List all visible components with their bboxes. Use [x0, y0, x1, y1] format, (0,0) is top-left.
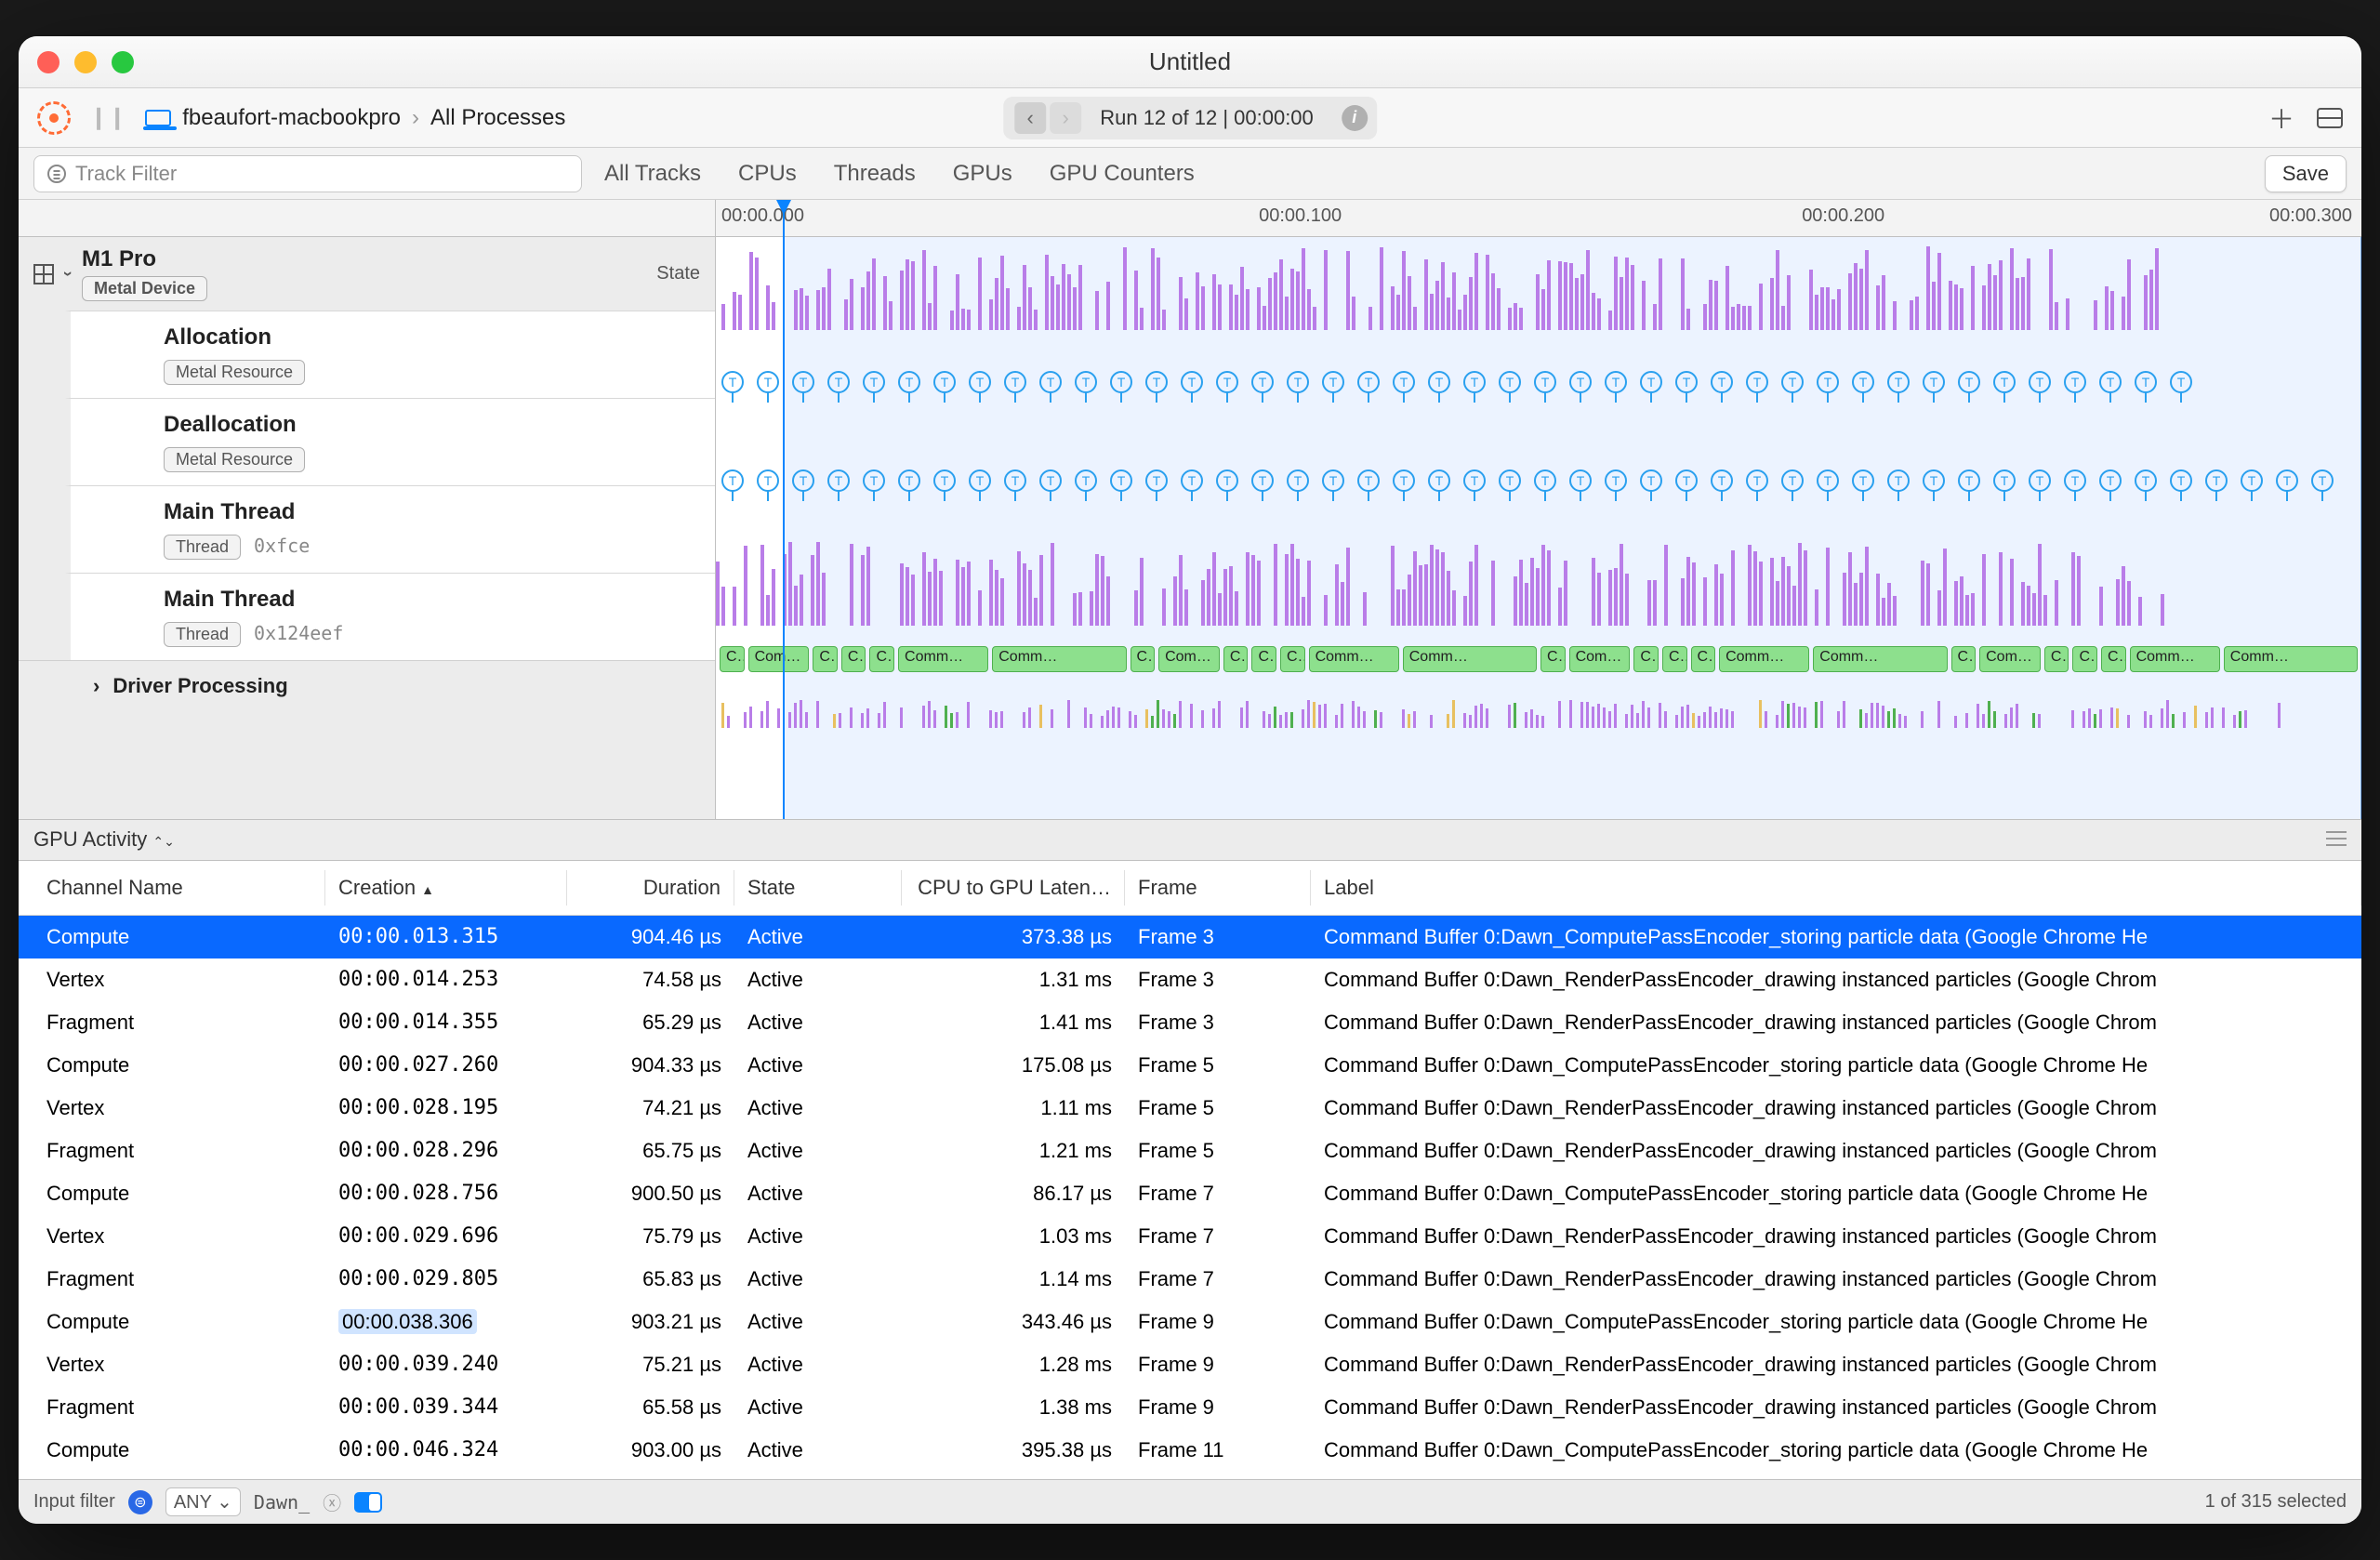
window-title: Untitled [1149, 47, 1231, 76]
pause-button[interactable]: ❙❙ [89, 104, 126, 131]
lane-allocation: TTTTTTTTTTTTTTTTTTTTTTTTTTTTTTTTTTTTTTTT… [716, 336, 2361, 429]
col-channel[interactable]: Channel Name [19, 870, 325, 906]
fullscreen-window-button[interactable] [112, 51, 134, 73]
device-name: M1 Pro [82, 246, 207, 272]
table-row[interactable]: Fragment00:00.014.35565.29 µsActive1.41 … [19, 1001, 2361, 1044]
table-row[interactable]: Vertex00:00.014.25374.58 µsActive1.31 ms… [19, 958, 2361, 1001]
table-row[interactable]: Vertex00:00.028.19574.21 µsActive1.11 ms… [19, 1087, 2361, 1130]
device-header[interactable]: › M1 Pro Metal Device State [19, 237, 715, 311]
lane-state [716, 237, 2361, 330]
state-label: State [656, 263, 700, 284]
close-window-button[interactable] [37, 51, 60, 73]
table-row[interactable]: Fragment00:00.039.34465.58 µsActive1.38 … [19, 1386, 2361, 1429]
track-driver-processing[interactable]: › Driver Processing [19, 660, 715, 711]
col-frame[interactable]: Frame [1125, 870, 1311, 906]
run-navigator: ‹ › Run 12 of 12 | 00:00:00 i [1003, 97, 1377, 139]
track-main-thread-1[interactable]: Main Thread Thread0xfce [56, 485, 715, 573]
timeline-canvas[interactable]: 00:00.000 00:00.100 00:00.200 00:00.300 … [716, 200, 2361, 819]
lane-deallocation: TTTTTTTTTTTTTTTTTTTTTTTTTTTTTTTTTTTTTTTT… [716, 434, 2361, 527]
lane-thread-1 [716, 533, 2361, 626]
titlebar: Untitled [19, 36, 2361, 88]
table-row[interactable]: Fragment00:00.029.80565.83 µsActive1.14 … [19, 1258, 2361, 1301]
col-latency[interactable]: CPU to GPU Laten… [902, 870, 1125, 906]
chevron-down-icon: › [59, 271, 78, 277]
filter-toggle[interactable] [354, 1492, 382, 1513]
col-duration[interactable]: Duration [567, 870, 734, 906]
lane-driver [716, 693, 2361, 734]
device-icon [145, 110, 171, 126]
tab-gpu-counters[interactable]: GPU Counters [1050, 161, 1195, 187]
tab-gpus[interactable]: GPUs [953, 161, 1012, 187]
add-instrument-button[interactable]: ＋ [2268, 99, 2294, 137]
breadcrumb-scope: All Processes [430, 105, 565, 131]
table-row[interactable]: Vertex00:00.029.69675.79 µsActive1.03 ms… [19, 1215, 2361, 1258]
filter-mode-dropdown[interactable]: ANY ⌄ [165, 1487, 241, 1516]
table-body[interactable]: Compute00:00.013.315904.46 µsActive373.3… [19, 916, 2361, 1480]
track-deallocation[interactable]: Deallocation Metal Resource [56, 398, 715, 485]
instruments-window: Untitled ❙❙ fbeaufort-macbookpro › All P… [19, 36, 2361, 1524]
next-run-button[interactable]: › [1050, 102, 1081, 134]
tab-cpus[interactable]: CPUs [738, 161, 797, 187]
table-row[interactable]: Compute00:00.046.324903.00 µsActive395.3… [19, 1429, 2361, 1472]
run-label: Run 12 of 12 | 00:00:00 [1083, 106, 1330, 130]
filter-icon [47, 165, 66, 183]
minimize-window-button[interactable] [74, 51, 97, 73]
input-filter-label: Input filter [33, 1491, 115, 1513]
table-row[interactable]: Compute00:00.038.306903.21 µsActive343.4… [19, 1301, 2361, 1343]
table-row[interactable]: Compute00:00.013.315904.46 µsActive373.3… [19, 916, 2361, 958]
chevron-right-icon: › [412, 105, 419, 131]
col-label[interactable]: Label [1311, 870, 2361, 906]
library-button[interactable] [2317, 108, 2343, 128]
filter-row: Track Filter All Tracks CPUs Threads GPU… [19, 148, 2361, 200]
time-ruler[interactable]: 00:00.000 00:00.100 00:00.200 00:00.300 [716, 200, 2361, 237]
lane-thread-2: C…Com…C…C…C…Comm…Comm…C…Com…C…C…C…Comm…C… [716, 631, 2361, 687]
track-tabs: All Tracks CPUs Threads GPUs GPU Counter… [604, 161, 1195, 187]
timeline-area: › M1 Pro Metal Device State Allocation M… [19, 200, 2361, 820]
col-creation[interactable]: Creation▲ [325, 870, 567, 906]
table-row[interactable]: Vertex00:00.039.24075.21 µsActive1.28 ms… [19, 1343, 2361, 1386]
breadcrumb[interactable]: fbeaufort-macbookpro › All Processes [145, 105, 565, 131]
track-main-thread-2[interactable]: Main Thread Thread0x124eef [56, 573, 715, 660]
table-row[interactable]: Compute00:00.028.756900.50 µsActive86.17… [19, 1172, 2361, 1215]
save-button[interactable]: Save [2265, 155, 2347, 192]
columns-icon[interactable] [2326, 831, 2347, 848]
table-row[interactable]: Vertex00:00.047.26375.50 µsActive1.33 ms… [19, 1472, 2361, 1480]
gpu-activity-selector[interactable]: GPU Activity ⌃⌄ [19, 820, 2361, 861]
playhead[interactable] [783, 200, 785, 819]
tab-all-tracks[interactable]: All Tracks [604, 161, 701, 187]
traffic-lights [37, 51, 134, 73]
record-button[interactable] [37, 101, 71, 135]
main: › M1 Pro Metal Device State Allocation M… [19, 200, 2361, 1524]
chevron-right-icon: › [93, 674, 99, 698]
table-row[interactable]: Compute00:00.027.260904.33 µsActive175.0… [19, 1044, 2361, 1087]
footer: Input filter ⊜ ANY ⌄ Dawn_ ⓧ 1 of 315 se… [19, 1479, 2361, 1524]
track-sidebar: › M1 Pro Metal Device State Allocation M… [19, 200, 716, 819]
toolbar: ❙❙ fbeaufort-macbookpro › All Processes … [19, 88, 2361, 148]
selection-status: 1 of 315 selected [2205, 1491, 2347, 1513]
track-filter-placeholder: Track Filter [75, 162, 177, 186]
filter-token-icon[interactable]: ⊜ [128, 1490, 152, 1514]
table-row[interactable]: Fragment00:00.028.29665.75 µsActive1.21 … [19, 1130, 2361, 1172]
gpu-activity-table: Channel Name Creation▲ Duration State CP… [19, 861, 2361, 1480]
col-state[interactable]: State [734, 870, 902, 906]
prev-run-button[interactable]: ‹ [1014, 102, 1046, 134]
sidebar-ruler-spacer [19, 200, 715, 237]
tab-threads[interactable]: Threads [834, 161, 916, 187]
info-button[interactable]: i [1342, 105, 1368, 131]
clear-filter-button[interactable]: ⓧ [323, 1488, 341, 1515]
breadcrumb-host: fbeaufort-macbookpro [182, 105, 401, 131]
device-badge: Metal Device [82, 276, 207, 301]
table-header: Channel Name Creation▲ Duration State CP… [19, 861, 2361, 916]
track-filter-input[interactable]: Track Filter [33, 155, 582, 192]
track-allocation[interactable]: Allocation Metal Resource [56, 311, 715, 398]
instrument-icon [33, 264, 54, 284]
filter-text[interactable]: Dawn_ [254, 1491, 310, 1514]
